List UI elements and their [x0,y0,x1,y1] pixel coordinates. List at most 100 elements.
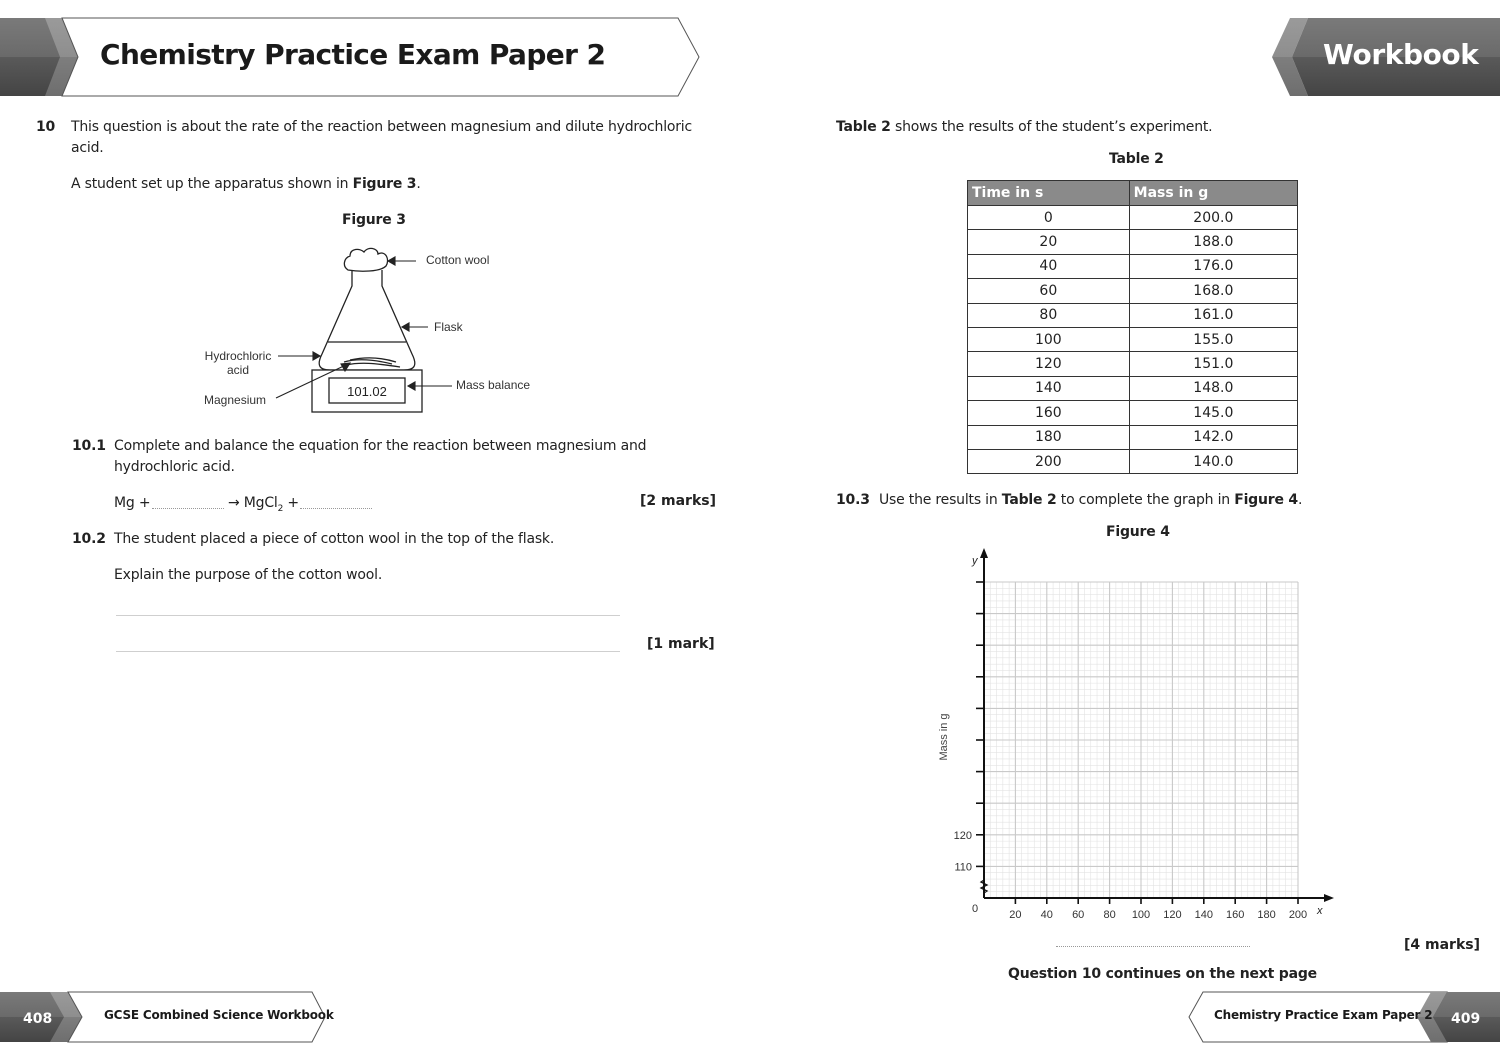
time-cell: 60 [967,278,1130,304]
x-tick-label: 60 [1072,909,1084,921]
table-row: 180 142.0 [967,424,1299,450]
page-number-right: 409 [1451,1011,1481,1027]
table-row: 40 176.0 [967,253,1299,280]
table-row: 100 155.0 [967,326,1299,353]
time-cell: 140 [967,375,1130,402]
y-axis-arrowhead [980,548,988,558]
answer-line-1[interactable] [116,615,620,616]
q10-3-text-b: to complete the graph in [1056,492,1235,508]
x-tick-label: 200 [1289,909,1307,921]
label-magnesium: Magnesium [204,393,266,407]
equation-blank-product[interactable] [300,508,372,509]
q10-3-text: Use the results in Table 2 to complete t… [879,490,1302,511]
time-cell: 20 [967,229,1130,255]
answer-line-2[interactable] [116,651,620,652]
table-intro-text: shows the results of the student’s exper… [890,119,1213,135]
mass-cell: 168.0 [1128,278,1299,304]
label-mass-balance: Mass balance [456,378,530,392]
x-tick-label: 80 [1103,909,1115,921]
figure3-title: Figure 3 [342,212,406,228]
x-tick-label: 160 [1226,909,1244,921]
footer-left-title: GCSE Combined Science Workbook [104,1008,334,1022]
col-header-mass: Mass in g [1128,180,1299,206]
time-cell: 100 [967,326,1130,353]
q10-3-figure-ref: Figure 4 [1234,492,1298,508]
mass-cell: 155.0 [1128,326,1299,353]
flask-shape [318,270,416,371]
mass-cell: 176.0 [1128,253,1299,280]
time-cell: 180 [967,424,1130,450]
table-row: 0 200.0 [967,204,1299,231]
table-intro: Table 2 shows the results of the student… [836,117,1213,138]
time-cell: 80 [967,302,1130,328]
equation-subscript: 2 [277,503,284,514]
mass-cell: 161.0 [1128,302,1299,328]
table-row: 60 168.0 [967,278,1299,304]
table-row: 200 140.0 [967,448,1299,475]
y-ticks: 110 120 [954,581,984,873]
subquestion-number-10-1: 10.1 [72,438,106,454]
table-row: 80 161.0 [967,302,1299,328]
setup-text: A student set up the apparatus shown in [71,176,353,192]
y-axis-letter: y [971,555,979,567]
marks-10-1: [2 marks] [640,493,716,509]
q10-2-line2: Explain the purpose of the cotton wool. [114,567,383,583]
marks-10-3: [4 marks] [1404,937,1480,953]
equation-product: → MgCl2 + [228,493,299,520]
x-tick-label: 40 [1041,909,1053,921]
workbook-badge-label: Workbook [1323,38,1479,71]
label-flask: Flask [434,320,464,334]
time-cell: 160 [967,400,1130,426]
table-row: 160 145.0 [967,400,1299,426]
mass-cell: 140.0 [1128,448,1299,475]
table2-title: Table 2 [1109,151,1164,167]
q10-2-line1: The student placed a piece of cotton woo… [114,531,555,547]
apparatus-diagram: 101.02 Cotton wool Flask Hydrochloric ac… [204,247,530,413]
question-intro-line2: acid. [71,140,104,156]
q10-3-text-a: Use the results in [879,492,1002,508]
time-cell: 0 [967,204,1130,231]
graph-paper-chart[interactable]: 20 40 60 80 100 120 140 160 180 200 110120 y x 0 … [920,540,1350,930]
q10-1-line2: hydrochloric acid. [114,459,235,475]
q10-3-table-ref: Table 2 [1001,492,1057,508]
label-cotton-wool: Cotton wool [426,253,489,267]
table-row: 140 148.0 [967,375,1299,402]
equation-blank-reactant[interactable] [152,508,224,509]
time-cell: 40 [967,253,1130,280]
x-tick-label: 140 [1195,909,1213,921]
table-row: 120 151.0 [967,351,1299,377]
mass-cell: 148.0 [1128,375,1299,402]
setup-sentence: A student set up the apparatus shown in … [71,174,421,195]
subquestion-number-10-3: 10.3 [836,492,870,508]
mass-cell: 151.0 [1128,351,1299,377]
setup-suffix: . [416,176,421,192]
x-tick-label: 120 [1163,909,1181,921]
continues-note: Question 10 continues on the next page [1008,966,1317,982]
question-intro-line1: This question is about the rate of the r… [71,119,692,135]
mass-cell: 200.0 [1128,204,1299,231]
x-tick-label: 180 [1257,909,1275,921]
x-axis-letter: x [1316,905,1323,917]
marks-10-2: [1 mark] [647,636,715,652]
origin-label: 0 [972,903,978,915]
equation-arrow-mgcl: → MgCl [228,495,278,511]
major-grid [983,581,1299,899]
x-axis-arrowhead [1324,894,1334,902]
balance-reading: 101.02 [347,384,387,399]
table-row: 20 188.0 [967,229,1299,255]
x-tick-label: 100 [1132,909,1150,921]
table-ref: Table 2 [836,119,891,135]
results-table: Time in s Mass in g 0 200.0 20 188.0 40 176… [967,180,1299,475]
col-header-time: Time in s [967,180,1130,206]
figure-ref: Figure 3 [352,176,417,192]
x-ticks: 20 40 60 80 100 120 140 160 180 200 [1009,898,1307,921]
page-number-left: 408 [23,1011,53,1027]
y-tick-label: 120 [954,830,972,842]
answer-dotted-line[interactable] [1056,946,1250,947]
page-title: Chemistry Practice Exam Paper 2 [100,38,606,71]
mass-cell: 142.0 [1128,424,1299,450]
label-acid: acid [227,363,249,377]
x-tick-label: 20 [1009,909,1021,921]
q10-1-line1: Complete and balance the equation for th… [114,438,647,454]
question-number: 10 [36,119,56,135]
